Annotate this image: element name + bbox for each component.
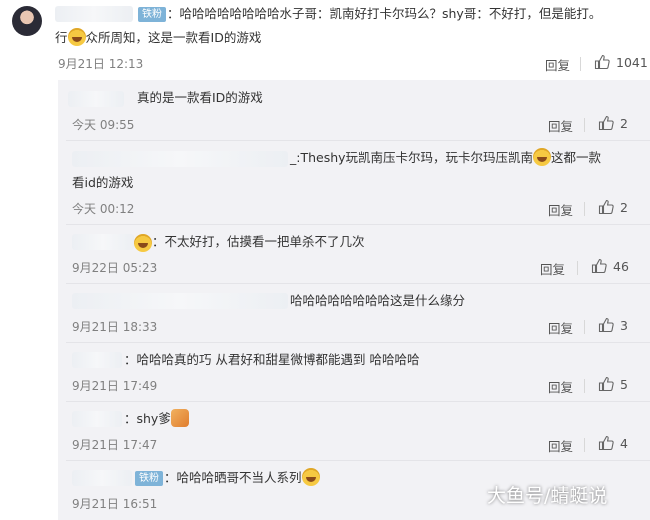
- divider: [584, 202, 585, 216]
- like-count: 5: [620, 376, 628, 392]
- reply-time: 9月21日 17:49: [72, 379, 158, 393]
- reply-username-blurred[interactable]: [68, 91, 124, 107]
- reply-text-main: ：shy爹: [124, 411, 171, 426]
- divider: [577, 261, 578, 275]
- reply-separator: [66, 460, 650, 461]
- reply-text: ：哈哈哈晒哥不当人系列: [164, 468, 320, 488]
- reply-username-blurred[interactable]: [72, 352, 122, 368]
- like-count: 3: [620, 317, 628, 333]
- thumbs-up-icon: [598, 199, 614, 215]
- reply-username-blurred[interactable]: [72, 411, 122, 427]
- reply-time: 9月21日 18:33: [72, 320, 158, 334]
- laughing-emoji-icon: [67, 28, 86, 46]
- reply-separator: [66, 224, 650, 225]
- fan-badge[interactable]: 铁粉: [138, 7, 166, 22]
- thumbs-up-icon: [598, 115, 614, 131]
- like-count: 1041: [616, 54, 648, 70]
- laughing-emoji-icon: [533, 148, 552, 166]
- fox-emoji-icon: [170, 409, 189, 427]
- thumbs-up-icon: [598, 317, 614, 333]
- like-count: 2: [620, 115, 628, 131]
- reply-separator: [66, 140, 650, 141]
- reply-separator: [66, 283, 650, 284]
- fan-badge[interactable]: 铁粉: [135, 471, 163, 486]
- like-count: 2: [620, 199, 628, 215]
- like-button[interactable]: 4: [598, 435, 628, 451]
- reply-button[interactable]: 回复: [548, 200, 573, 219]
- comment-text-suffix: 众所周知，这是一款看ID的游戏: [85, 30, 262, 45]
- reply-time: 9月22日 05:23: [72, 261, 158, 275]
- divider: [584, 438, 585, 452]
- divider: [584, 118, 585, 132]
- reply-button[interactable]: 回复: [548, 116, 573, 135]
- like-button[interactable]: 2: [598, 199, 628, 215]
- divider: [584, 320, 585, 334]
- reply-text-main: ：哈哈哈晒哥不当人系列: [164, 470, 302, 485]
- reply-time: 9月21日 16:51: [72, 497, 158, 511]
- reply-separator: [66, 342, 650, 343]
- reply-username-blurred[interactable]: [72, 234, 134, 250]
- thumbs-up-icon: [598, 435, 614, 451]
- reply-text-line2: 看id的游戏: [72, 175, 134, 190]
- reply-separator: [66, 401, 650, 402]
- reply-text: ：shy爹: [124, 409, 189, 429]
- comment-text-prefix: 行: [55, 30, 68, 45]
- like-count: 4: [620, 435, 628, 451]
- reply-button[interactable]: 回复: [548, 318, 573, 337]
- thumbs-up-icon: [598, 376, 614, 392]
- reply-text-tail: 这都一款: [551, 150, 602, 165]
- comment-time: 9月21日 12:13: [58, 57, 144, 71]
- reply-username-blurred[interactable]: [72, 470, 132, 486]
- reply-text: _:Theshy玩凯南压卡尔玛，玩卡尔玛压凯南 这都一款: [290, 148, 601, 168]
- reply-username-blurred[interactable]: [72, 151, 288, 167]
- reply-button[interactable]: 回复: [548, 436, 573, 455]
- reply-time: 今天 00:12: [72, 202, 135, 216]
- reply-time: 今天 09:55: [72, 118, 135, 132]
- reply-button[interactable]: 回复: [548, 377, 573, 396]
- like-button[interactable]: 5: [598, 376, 628, 392]
- like-count: 46: [613, 258, 629, 274]
- reply-text: 哈哈哈哈哈哈哈哈这是什么缘分: [290, 293, 466, 308]
- laughing-emoji-icon: [134, 234, 152, 252]
- reply-button[interactable]: 回复: [545, 55, 570, 74]
- laughing-emoji-icon: [301, 468, 320, 486]
- thumbs-up-icon: [591, 258, 607, 274]
- like-button[interactable]: 1041: [594, 54, 648, 70]
- divider: [584, 379, 585, 393]
- reply-text: ：哈哈哈真的巧 从君好和甜星微博都能遇到 哈哈哈哈: [124, 352, 420, 367]
- reply-text: ：不太好打，估摸看一把单杀不了几次: [152, 234, 365, 249]
- reply-text-main: _:Theshy玩凯南压卡尔玛，玩卡尔玛压凯南: [290, 150, 534, 165]
- comment-text-line1: ：哈哈哈哈哈哈哈哈水子哥：凯南好打卡尔玛么？shy哥：不好打，但是能打。: [167, 6, 602, 21]
- user-avatar[interactable]: [12, 6, 42, 36]
- like-button[interactable]: 46: [591, 258, 629, 274]
- reply-time: 9月21日 17:47: [72, 438, 158, 452]
- watermark: 大鱼号/蜻蜓说: [487, 485, 608, 507]
- reply-username-blurred[interactable]: [72, 293, 288, 309]
- username-blurred[interactable]: [55, 6, 133, 22]
- like-button[interactable]: 2: [598, 115, 628, 131]
- reply-text: 真的是一款看ID的游戏: [137, 90, 263, 105]
- thumbs-up-icon: [594, 54, 610, 70]
- like-button[interactable]: 3: [598, 317, 628, 333]
- divider: [580, 57, 581, 71]
- reply-button[interactable]: 回复: [540, 259, 565, 278]
- comment-text-line2: 行 众所周知，这是一款看ID的游戏: [55, 28, 261, 48]
